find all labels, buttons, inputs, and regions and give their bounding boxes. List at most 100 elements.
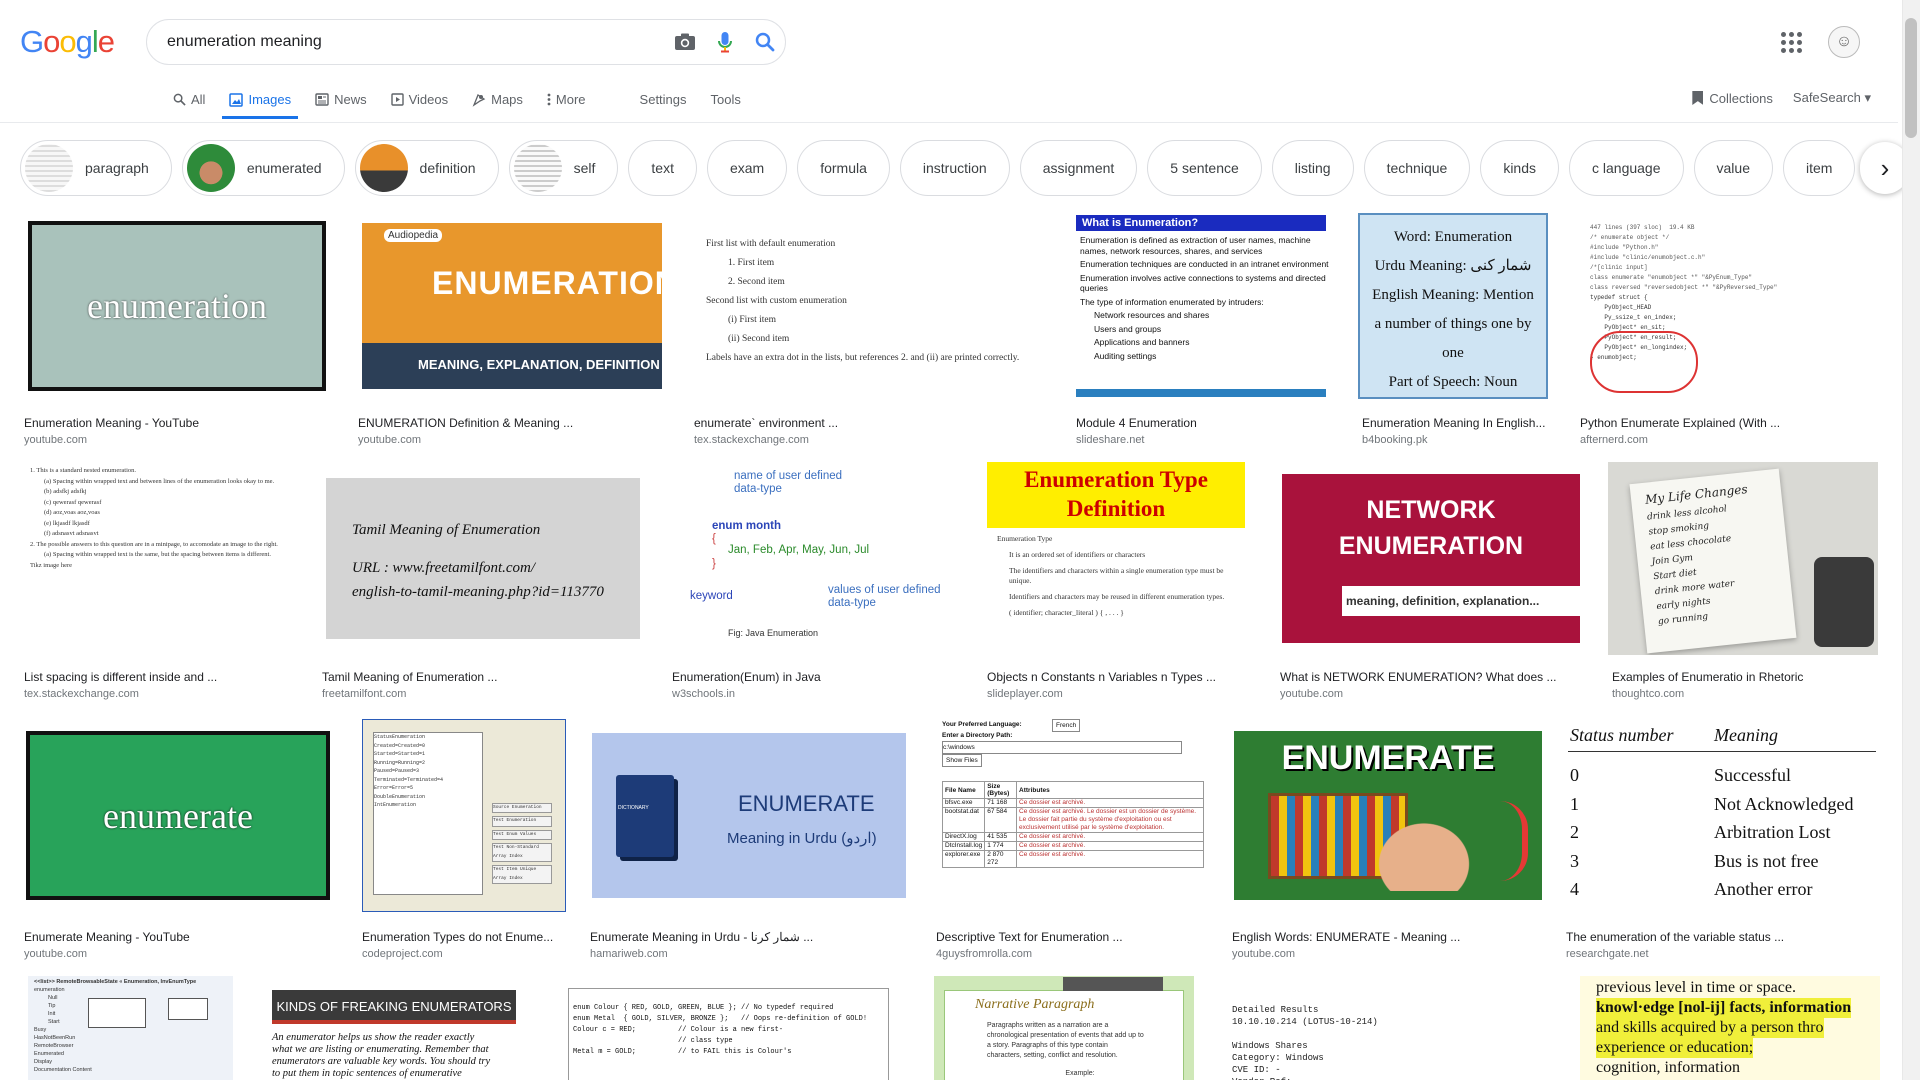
scrollbar-thumb[interactable] [1905,18,1917,138]
chip-self[interactable]: self [508,140,619,196]
chip-instruction[interactable]: instruction [899,140,1010,196]
chip-listing[interactable]: listing [1271,140,1354,196]
image-result[interactable]: KINDS OF FREAKING ENUMERATORS An enumerat… [252,976,530,1080]
chip-c-language[interactable]: c language [1569,140,1684,196]
result-thumbnail[interactable]: enumeration [20,213,334,399]
google-logo[interactable]: Google [20,24,115,60]
chip-5-sentence[interactable]: 5 sentence [1147,140,1262,196]
image-result[interactable]: NETWORK ENUMERATION meaning, definition, e… [1276,462,1586,710]
result-thumbnail[interactable]: Audiopedia ENUMERATION MEANING, EXPLANATIO… [354,213,670,399]
result-title[interactable]: Module 4 Enumeration [1076,416,1335,430]
camera-icon[interactable] [665,20,705,64]
image-result[interactable]: Tamil Meaning of Enumeration URL : www.fr… [318,462,648,710]
image-result[interactable]: My Life Changes drink less alcohol stop sm… [1608,462,1878,710]
result-title[interactable]: Examples of Enumeratio in Rhetoric [1612,670,1878,684]
result-thumbnail[interactable]: What is Enumeration? Enumeration is defin… [1072,213,1335,399]
image-result[interactable]: Detailed Results 10.10.10.214 (LOTUS-10-2… [1222,976,1560,1080]
chip-assignment[interactable]: assignment [1019,140,1138,196]
image-result[interactable]: What is Enumeration? Enumeration is defin… [1072,213,1335,456]
result-thumbnail[interactable]: ENUMERATE [1228,717,1548,914]
search-input[interactable] [167,33,665,51]
collections-link[interactable]: Collections [1692,91,1773,106]
tab-more[interactable]: More [540,88,593,119]
result-title[interactable]: ENUMERATION Definition & Meaning ... [358,416,670,430]
chip-enumerated[interactable]: enumerated [181,140,345,196]
image-result[interactable]: <<list>> RemoteBrowsableState « Enumerat… [28,976,233,1080]
tools-link[interactable]: Tools [704,88,748,119]
image-result[interactable]: Enumeration Type Definition Enumeration T… [983,462,1253,710]
result-title[interactable]: enumerate` environment ... [694,416,1050,430]
result-title[interactable]: Objects n Constants n Variables n Types … [987,670,1253,684]
tab-news[interactable]: News [308,88,374,119]
result-title[interactable]: Enumerate Meaning - YouTube [24,930,336,944]
tab-all[interactable]: All [166,88,212,119]
tab-images[interactable]: Images [222,88,299,119]
tab-videos[interactable]: Videos [384,88,456,119]
chip-text[interactable]: text [628,140,697,196]
tab-maps[interactable]: Maps [465,88,530,119]
result-thumbnail[interactable]: 1. This is a standard nested enumeration… [20,462,298,655]
result-thumbnail[interactable]: Detailed Results 10.10.10.214 (LOTUS-10-2… [1222,976,1560,1080]
image-result[interactable]: ENUMERATE English Words: ENUMERATE - Mean… [1228,717,1548,970]
result-thumbnail[interactable]: previous level in time or space. knowl·ed… [1580,976,1880,1080]
result-thumbnail[interactable]: DICTIONARY ENUMERATE Meaning in Urdu (اردو… [586,717,912,914]
result-title[interactable]: What is NETWORK ENUMERATION? What does .… [1280,670,1586,684]
image-result[interactable]: Your Preferred Language: French Enter a Di… [932,717,1206,970]
result-thumbnail[interactable]: NETWORK ENUMERATION meaning, definition, e… [1276,462,1586,655]
image-result[interactable]: 1. This is a standard nested enumeration… [20,462,298,710]
image-result[interactable]: previous level in time or space. knowl·ed… [1580,976,1880,1080]
result-thumbnail[interactable]: Status number Meaning 0 Successful 1 Not Ackn… [1562,717,1882,914]
microphone-icon[interactable] [705,20,745,64]
result-thumbnail[interactable]: Your Preferred Language: French Enter a Di… [932,717,1206,914]
result-thumbnail[interactable]: Enumeration Type Definition Enumeration T… [983,462,1253,655]
result-title[interactable]: Descriptive Text for Enumeration ... [936,930,1206,944]
apps-grid-icon[interactable] [1781,31,1802,53]
image-result[interactable]: enum Colour { RED, GOLD, GREEN, BLUE }; … [552,976,905,1080]
chip-paragraph[interactable]: paragraph [20,140,172,196]
result-thumbnail[interactable]: <<list>> RemoteBrowsableState « Enumerat… [28,976,233,1080]
image-result[interactable]: Audiopedia ENUMERATION MEANING, EXPLANATIO… [354,213,670,456]
result-title[interactable]: Enumeration Meaning - YouTube [24,416,334,430]
result-thumbnail[interactable]: StatusEnumeration Created=Created=0 Starte… [358,717,570,914]
search-icon[interactable] [745,20,785,64]
result-thumbnail[interactable]: Word: Enumeration Urdu Meaning: شمار کنی E… [1358,213,1548,399]
result-title[interactable]: English Words: ENUMERATE - Meaning ... [1232,930,1548,944]
image-result[interactable]: Narrative Paragraph Paragraphs written as… [934,976,1194,1080]
result-thumbnail[interactable]: 447 lines (397 sloc) 19.4 KB /* enumerate… [1576,213,1880,399]
safesearch-link[interactable]: SafeSearch ▾ [1793,90,1871,106]
image-result[interactable]: enumerate Enumerate Meaning - YouTube yout… [20,717,336,970]
image-result[interactable]: enumeration Enumeration Meaning - YouTube… [20,213,334,456]
result-thumbnail[interactable]: enum Colour { RED, GOLD, GREEN, BLUE }; … [552,976,905,1080]
chip-formula[interactable]: formula [797,140,890,196]
image-result[interactable]: name of user defined data-type enum month{… [668,462,962,710]
chip-value[interactable]: value [1693,140,1773,196]
result-thumbnail[interactable]: enumerate [20,717,336,914]
result-thumbnail[interactable]: Tamil Meaning of Enumeration URL : www.fr… [318,462,648,655]
result-thumbnail[interactable]: KINDS OF FREAKING ENUMERATORS An enumerat… [252,976,530,1080]
image-result[interactable]: StatusEnumeration Created=Created=0 Starte… [358,717,570,970]
result-thumbnail[interactable]: Narrative Paragraph Paragraphs written as… [934,976,1194,1080]
chip-kinds[interactable]: kinds [1480,140,1559,196]
result-title[interactable]: The enumeration of the variable status .… [1566,930,1882,944]
image-result[interactable]: First list with default enumeration 1. Fi… [690,213,1050,456]
settings-link[interactable]: Settings [633,88,694,119]
result-title[interactable]: Python Enumerate Explained (With ... [1580,416,1880,430]
scrollbar[interactable] [1902,0,1920,1080]
chip-exam[interactable]: exam [706,140,788,196]
result-thumbnail[interactable]: First list with default enumeration 1. Fi… [690,213,1050,399]
result-thumbnail[interactable]: name of user defined data-type enum month{… [668,462,962,655]
avatar[interactable]: ☺ [1828,26,1860,58]
image-result[interactable]: 447 lines (397 sloc) 19.4 KB /* enumerate… [1576,213,1880,456]
result-title[interactable]: Enumeration(Enum) in Java [672,670,962,684]
chip-definition[interactable]: definition [354,140,499,196]
result-title[interactable]: Tamil Meaning of Enumeration ... [322,670,648,684]
result-title[interactable]: List spacing is different inside and ... [24,670,298,684]
chip-technique[interactable]: technique [1363,140,1471,196]
image-result[interactable]: DICTIONARY ENUMERATE Meaning in Urdu (اردو… [586,717,912,970]
image-result[interactable]: Status number Meaning 0 Successful 1 Not Ackn… [1562,717,1882,970]
result-thumbnail[interactable]: My Life Changes drink less alcohol stop sm… [1608,462,1878,655]
result-title[interactable]: Enumeration Types do not Enume... [362,930,570,944]
result-title[interactable]: Enumerate Meaning in Urdu - شمار کرنا ..… [590,930,912,944]
result-title[interactable]: Enumeration Meaning In English... [1362,416,1548,430]
chip-item[interactable]: item [1782,140,1856,196]
